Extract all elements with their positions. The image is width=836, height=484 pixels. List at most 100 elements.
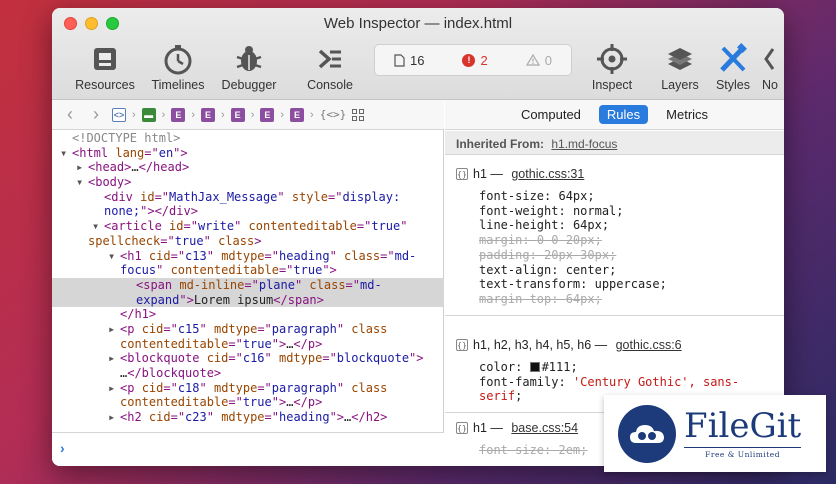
disclosure-triangle-icon[interactable]: ▾ [92, 219, 104, 234]
tab-computed[interactable]: Computed [513, 105, 589, 124]
dom-node-line[interactable]: ▾ <h1 cid="c13" mdtype="heading" class="m… [52, 249, 444, 264]
dom-node-line[interactable]: ▾ <html lang="en"> [52, 146, 444, 161]
dom-token-tag: <h2 [120, 410, 149, 425]
breadcrumb-element[interactable]: E [171, 107, 186, 122]
dom-token-tag: </p> [293, 336, 323, 351]
activity-status[interactable]: 16 ! 2 0 [374, 44, 572, 76]
dom-token-tag: =" [228, 351, 243, 366]
rule-toggle-icon[interactable]: {} [456, 168, 468, 180]
dom-token-val: c18 [177, 380, 200, 395]
disclosure-triangle-icon[interactable]: ▸ [108, 351, 120, 366]
css-declaration[interactable]: padding: 20px 30px; [445, 248, 784, 263]
dom-token-tag: =" [228, 395, 243, 410]
dom-node-line[interactable]: focus" contenteditable="true"> [52, 263, 444, 278]
css-declaration[interactable]: margin: 0 0 20px; [445, 233, 784, 248]
inherited-source-link[interactable]: h1.md-focus [551, 137, 617, 151]
code-view-icon[interactable]: {<>} [320, 108, 347, 121]
dom-token-tag: </head> [138, 160, 190, 175]
css-declaration[interactable]: line-height: 64px; [445, 218, 784, 233]
disclosure-triangle-icon[interactable]: ▸ [108, 322, 120, 337]
rule-toggle-icon[interactable]: {} [456, 339, 468, 351]
tool-timelines[interactable]: Timelines [144, 42, 212, 92]
disclosure-triangle-icon[interactable]: ▾ [76, 175, 88, 190]
breadcrumb-separator: › [310, 108, 314, 121]
tool-inspect[interactable]: Inspect [582, 42, 642, 92]
breadcrumb-element[interactable]: E [201, 107, 216, 122]
dom-node-line[interactable]: ▸ <p cid="c18" mdtype="paragraph" class [52, 381, 444, 396]
dom-token-attr: id [169, 219, 184, 234]
tool-styles[interactable]: Styles [708, 42, 758, 92]
breadcrumb-separator: › [221, 108, 225, 121]
back-arrow-icon[interactable]: ‹ [60, 104, 80, 125]
dom-node-line[interactable]: …</blockquote> [52, 366, 444, 381]
css-declaration[interactable]: color: #111; [445, 360, 784, 375]
tool-overflow[interactable]: No [762, 42, 784, 92]
property-value: #111 [541, 360, 571, 374]
dom-token-tag: </blockquote> [127, 366, 222, 380]
breadcrumb-element[interactable]: E [260, 107, 275, 122]
dom-node-line[interactable]: spellcheck="true" class> [52, 234, 444, 249]
dom-node-line[interactable]: ▸ <p cid="c15" mdtype="paragraph" class [52, 322, 444, 337]
dom-token-attr: spellcheck [88, 233, 161, 248]
property-semicolon: ; [609, 262, 617, 277]
dom-node-line[interactable]: expand">Lorem ipsum</span> [52, 292, 444, 308]
resources-count: 16 [394, 53, 424, 68]
breadcrumb-element[interactable]: E [230, 107, 245, 122]
dom-node-line[interactable]: none;"></div> [52, 204, 444, 219]
css-declaration[interactable]: font-family: 'Century Gothic', sans- [445, 375, 784, 390]
property-value: center [565, 262, 610, 277]
dom-node-line[interactable]: contenteditable="true">…</p> [52, 395, 444, 410]
dom-token-val: c16 [242, 351, 265, 366]
dom-node-line[interactable]: </h1> [52, 307, 444, 322]
dom-node-line[interactable]: <span md-inline="plane" class="md- [52, 277, 444, 293]
rule-source-link[interactable]: gothic.css:6 [616, 338, 682, 352]
dom-node-line[interactable]: ▸ <head>…</head> [52, 160, 444, 175]
disclosure-triangle-icon[interactable]: ▸ [108, 381, 120, 396]
property-semicolon: ; [594, 233, 602, 248]
disclosure-triangle-icon[interactable]: ▸ [108, 410, 120, 425]
dom-node-line[interactable]: ▾ <body> [52, 175, 444, 190]
console-prompt[interactable]: › [52, 432, 444, 466]
disclosure-triangle-icon[interactable]: ▾ [108, 249, 120, 264]
dom-token-attr: cid [141, 380, 164, 395]
tool-debugger[interactable]: Debugger [214, 42, 284, 92]
breadcrumb-element[interactable]: E [290, 107, 305, 122]
dom-token-tag: =" [160, 233, 175, 248]
dom-token-tag: "> [179, 292, 194, 307]
dom-node-line[interactable]: ▸ <blockquote cid="c16" mdtype="blockquot… [52, 351, 444, 366]
css-declaration[interactable]: font-weight: normal; [445, 204, 784, 219]
tool-console[interactable]: Console [296, 42, 364, 92]
rule-source-link[interactable]: gothic.css:31 [511, 167, 584, 181]
rule-toggle-icon[interactable]: {} [456, 422, 468, 434]
forward-arrow-icon[interactable]: › [86, 104, 106, 125]
breadcrumb-separator: › [280, 108, 285, 121]
css-declaration[interactable]: text-transform: uppercase; [445, 277, 784, 292]
breadcrumb-document[interactable]: <> [112, 107, 126, 122]
dom-token-tag: <p [120, 380, 142, 395]
css-declaration[interactable]: margin-top: 64px; [445, 292, 784, 307]
breadcrumb-html[interactable]: ▬ [141, 107, 156, 122]
dom-node-line[interactable]: <div id="MathJax_Message" style="display… [52, 190, 444, 205]
layout-grid-icon[interactable] [352, 108, 365, 121]
property-colon: : [522, 233, 537, 248]
rule-source-link[interactable]: base.css:54 [511, 421, 578, 435]
dom-node-line[interactable]: ▾ <article id="write" contenteditable="tr… [52, 219, 444, 234]
dom-node-line[interactable]: contenteditable="true">…</p> [52, 337, 444, 352]
tab-rules[interactable]: Rules [598, 105, 649, 124]
dom-token-tag: " [294, 277, 310, 292]
css-declaration[interactable]: text-align: center; [445, 263, 784, 278]
css-declaration[interactable]: font-size: 64px; [445, 189, 784, 204]
tab-metrics[interactable]: Metrics [658, 105, 716, 124]
inherited-label: Inherited From: [456, 137, 545, 151]
color-swatch-icon[interactable] [529, 362, 540, 372]
dom-token-tag: " [206, 248, 222, 263]
dom-node-line[interactable]: ▸ <h2 cid="c23" mdtype="heading">…</h2> [52, 410, 444, 425]
tool-resources[interactable]: Resources [70, 42, 140, 92]
disclosure-triangle-icon[interactable]: ▸ [76, 160, 88, 175]
dom-token-tag: =" [144, 145, 159, 160]
css-rule[interactable]: {} h1 — gothic.css:31 font-size: 64px; font… [445, 156, 784, 316]
tool-layers[interactable]: Layers [652, 42, 708, 92]
dom-doctype[interactable]: <!DOCTYPE html> [52, 131, 444, 146]
dom-tree[interactable]: <!DOCTYPE html> ▾ <html lang="en"> ▸ <head>… [52, 131, 444, 431]
disclosure-triangle-icon[interactable]: ▾ [60, 146, 72, 161]
